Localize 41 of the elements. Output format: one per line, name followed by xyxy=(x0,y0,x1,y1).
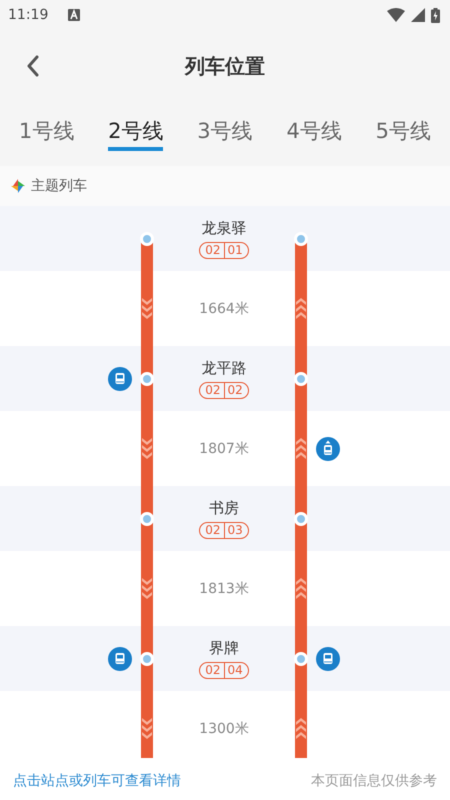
down-chevrons-icon xyxy=(141,436,153,460)
down-chevrons-icon xyxy=(141,576,153,600)
line-tab[interactable]: 3号线 xyxy=(197,117,253,151)
station-code: 02 03 xyxy=(199,522,249,538)
station-dot xyxy=(140,232,154,246)
station-name[interactable]: 界牌 xyxy=(209,638,239,658)
hint-link[interactable]: 点击站点或列车可查看详情 xyxy=(13,772,181,790)
theme-train-label: 主题列车 xyxy=(31,177,87,195)
battery-icon xyxy=(431,8,440,22)
line-tab[interactable]: 5号线 xyxy=(376,117,432,151)
station-dot xyxy=(294,232,308,246)
train-icon[interactable] xyxy=(316,436,340,460)
station-name[interactable]: 龙泉驿 xyxy=(202,218,246,238)
notification-icon xyxy=(68,9,80,21)
up-chevrons-icon xyxy=(295,716,307,740)
distance-label: 1813米 xyxy=(199,580,249,598)
station-code: 02 01 xyxy=(199,242,249,258)
down-chevrons-icon xyxy=(141,296,153,320)
wifi-icon xyxy=(387,8,405,22)
station-name[interactable]: 龙平路 xyxy=(202,358,246,378)
pinwheel-icon xyxy=(11,179,25,193)
station-name[interactable]: 书房 xyxy=(209,498,239,518)
status-time: 11:19 xyxy=(8,7,48,23)
distance-label: 1664米 xyxy=(199,300,249,318)
train-icon[interactable] xyxy=(108,646,132,670)
signal-icon xyxy=(411,8,425,22)
station-code: 02 02 xyxy=(199,382,249,398)
train-icon[interactable] xyxy=(316,646,340,670)
up-chevrons-icon xyxy=(295,576,307,600)
distance-label: 1807米 xyxy=(199,440,249,458)
line-tab[interactable]: 1号线 xyxy=(18,117,74,151)
station-code: 02 04 xyxy=(199,662,249,678)
page-title: 列车位置 xyxy=(185,52,265,80)
disclaimer-text: 本页面信息仅供参考 xyxy=(311,772,437,790)
line-tab[interactable]: 4号线 xyxy=(286,117,342,151)
line-tab[interactable]: 2号线 xyxy=(108,117,164,151)
down-chevrons-icon xyxy=(141,716,153,740)
up-chevrons-icon xyxy=(295,296,307,320)
distance-label: 1300米 xyxy=(199,720,249,738)
up-chevrons-icon xyxy=(295,436,307,460)
train-icon[interactable] xyxy=(108,366,132,390)
